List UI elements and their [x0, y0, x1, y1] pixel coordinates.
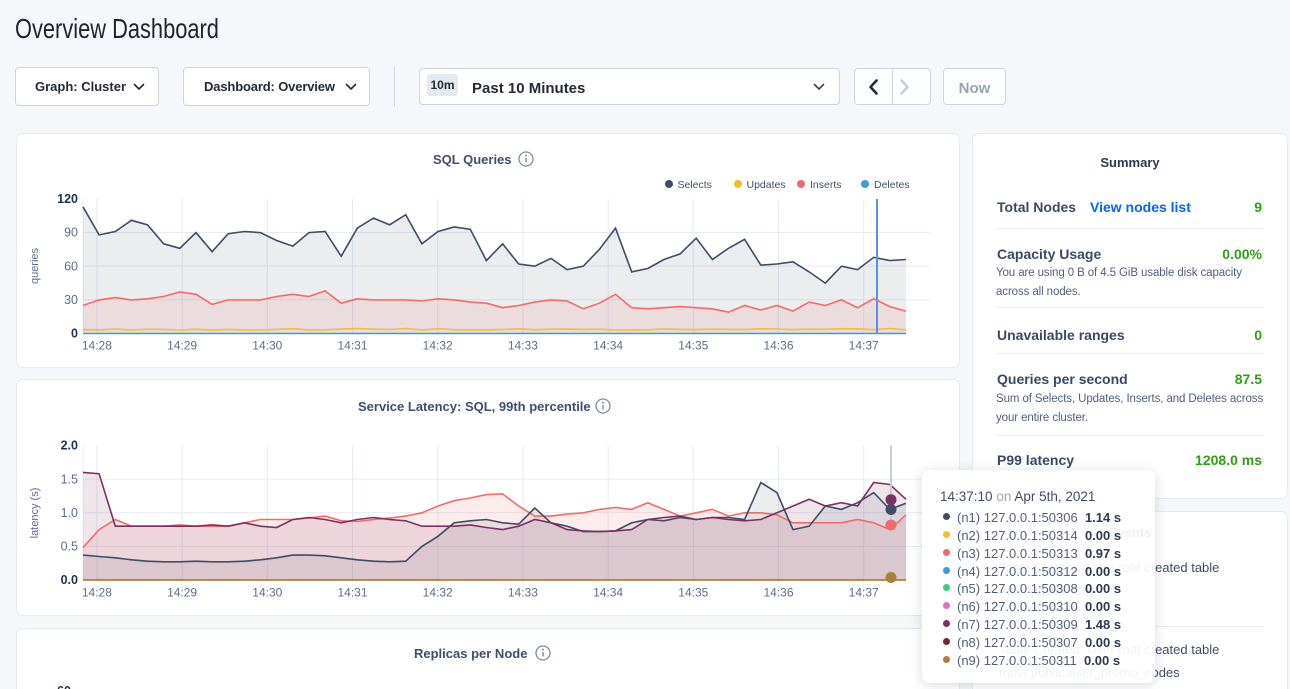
svg-text:1.5: 1.5 [61, 472, 78, 486]
svg-text:0: 0 [71, 327, 78, 341]
svg-text:1.0: 1.0 [61, 506, 78, 520]
svg-text:14:32: 14:32 [423, 586, 453, 600]
svg-text:14:35: 14:35 [678, 586, 708, 600]
svg-text:14:29: 14:29 [167, 586, 197, 600]
svg-text:0.0: 0.0 [61, 573, 78, 587]
svg-text:120: 120 [57, 192, 78, 206]
svg-text:14:31: 14:31 [337, 586, 367, 600]
svg-text:14:36: 14:36 [763, 586, 793, 600]
svg-text:60: 60 [64, 259, 78, 273]
svg-text:14:33: 14:33 [508, 339, 538, 353]
svg-text:14:30: 14:30 [252, 339, 282, 353]
svg-text:14:34: 14:34 [593, 586, 623, 600]
svg-text:14:28: 14:28 [82, 339, 112, 353]
svg-text:14:36: 14:36 [763, 339, 793, 353]
svg-text:0.5: 0.5 [61, 540, 78, 554]
svg-text:14:32: 14:32 [423, 339, 453, 353]
svg-text:14:33: 14:33 [508, 586, 538, 600]
svg-text:14:34: 14:34 [593, 339, 623, 353]
svg-text:14:30: 14:30 [252, 586, 282, 600]
svg-text:30: 30 [64, 293, 78, 307]
svg-text:14:29: 14:29 [167, 339, 197, 353]
svg-text:queries: queries [29, 247, 41, 284]
svg-text:14:28: 14:28 [82, 586, 112, 600]
svg-text:14:37: 14:37 [849, 339, 879, 353]
svg-text:90: 90 [64, 226, 78, 240]
svg-text:14:31: 14:31 [337, 339, 367, 353]
svg-text:14:37: 14:37 [849, 586, 879, 600]
svg-text:latency (s): latency (s) [29, 488, 41, 539]
svg-text:2.0: 2.0 [61, 439, 78, 453]
svg-text:14:35: 14:35 [678, 339, 708, 353]
